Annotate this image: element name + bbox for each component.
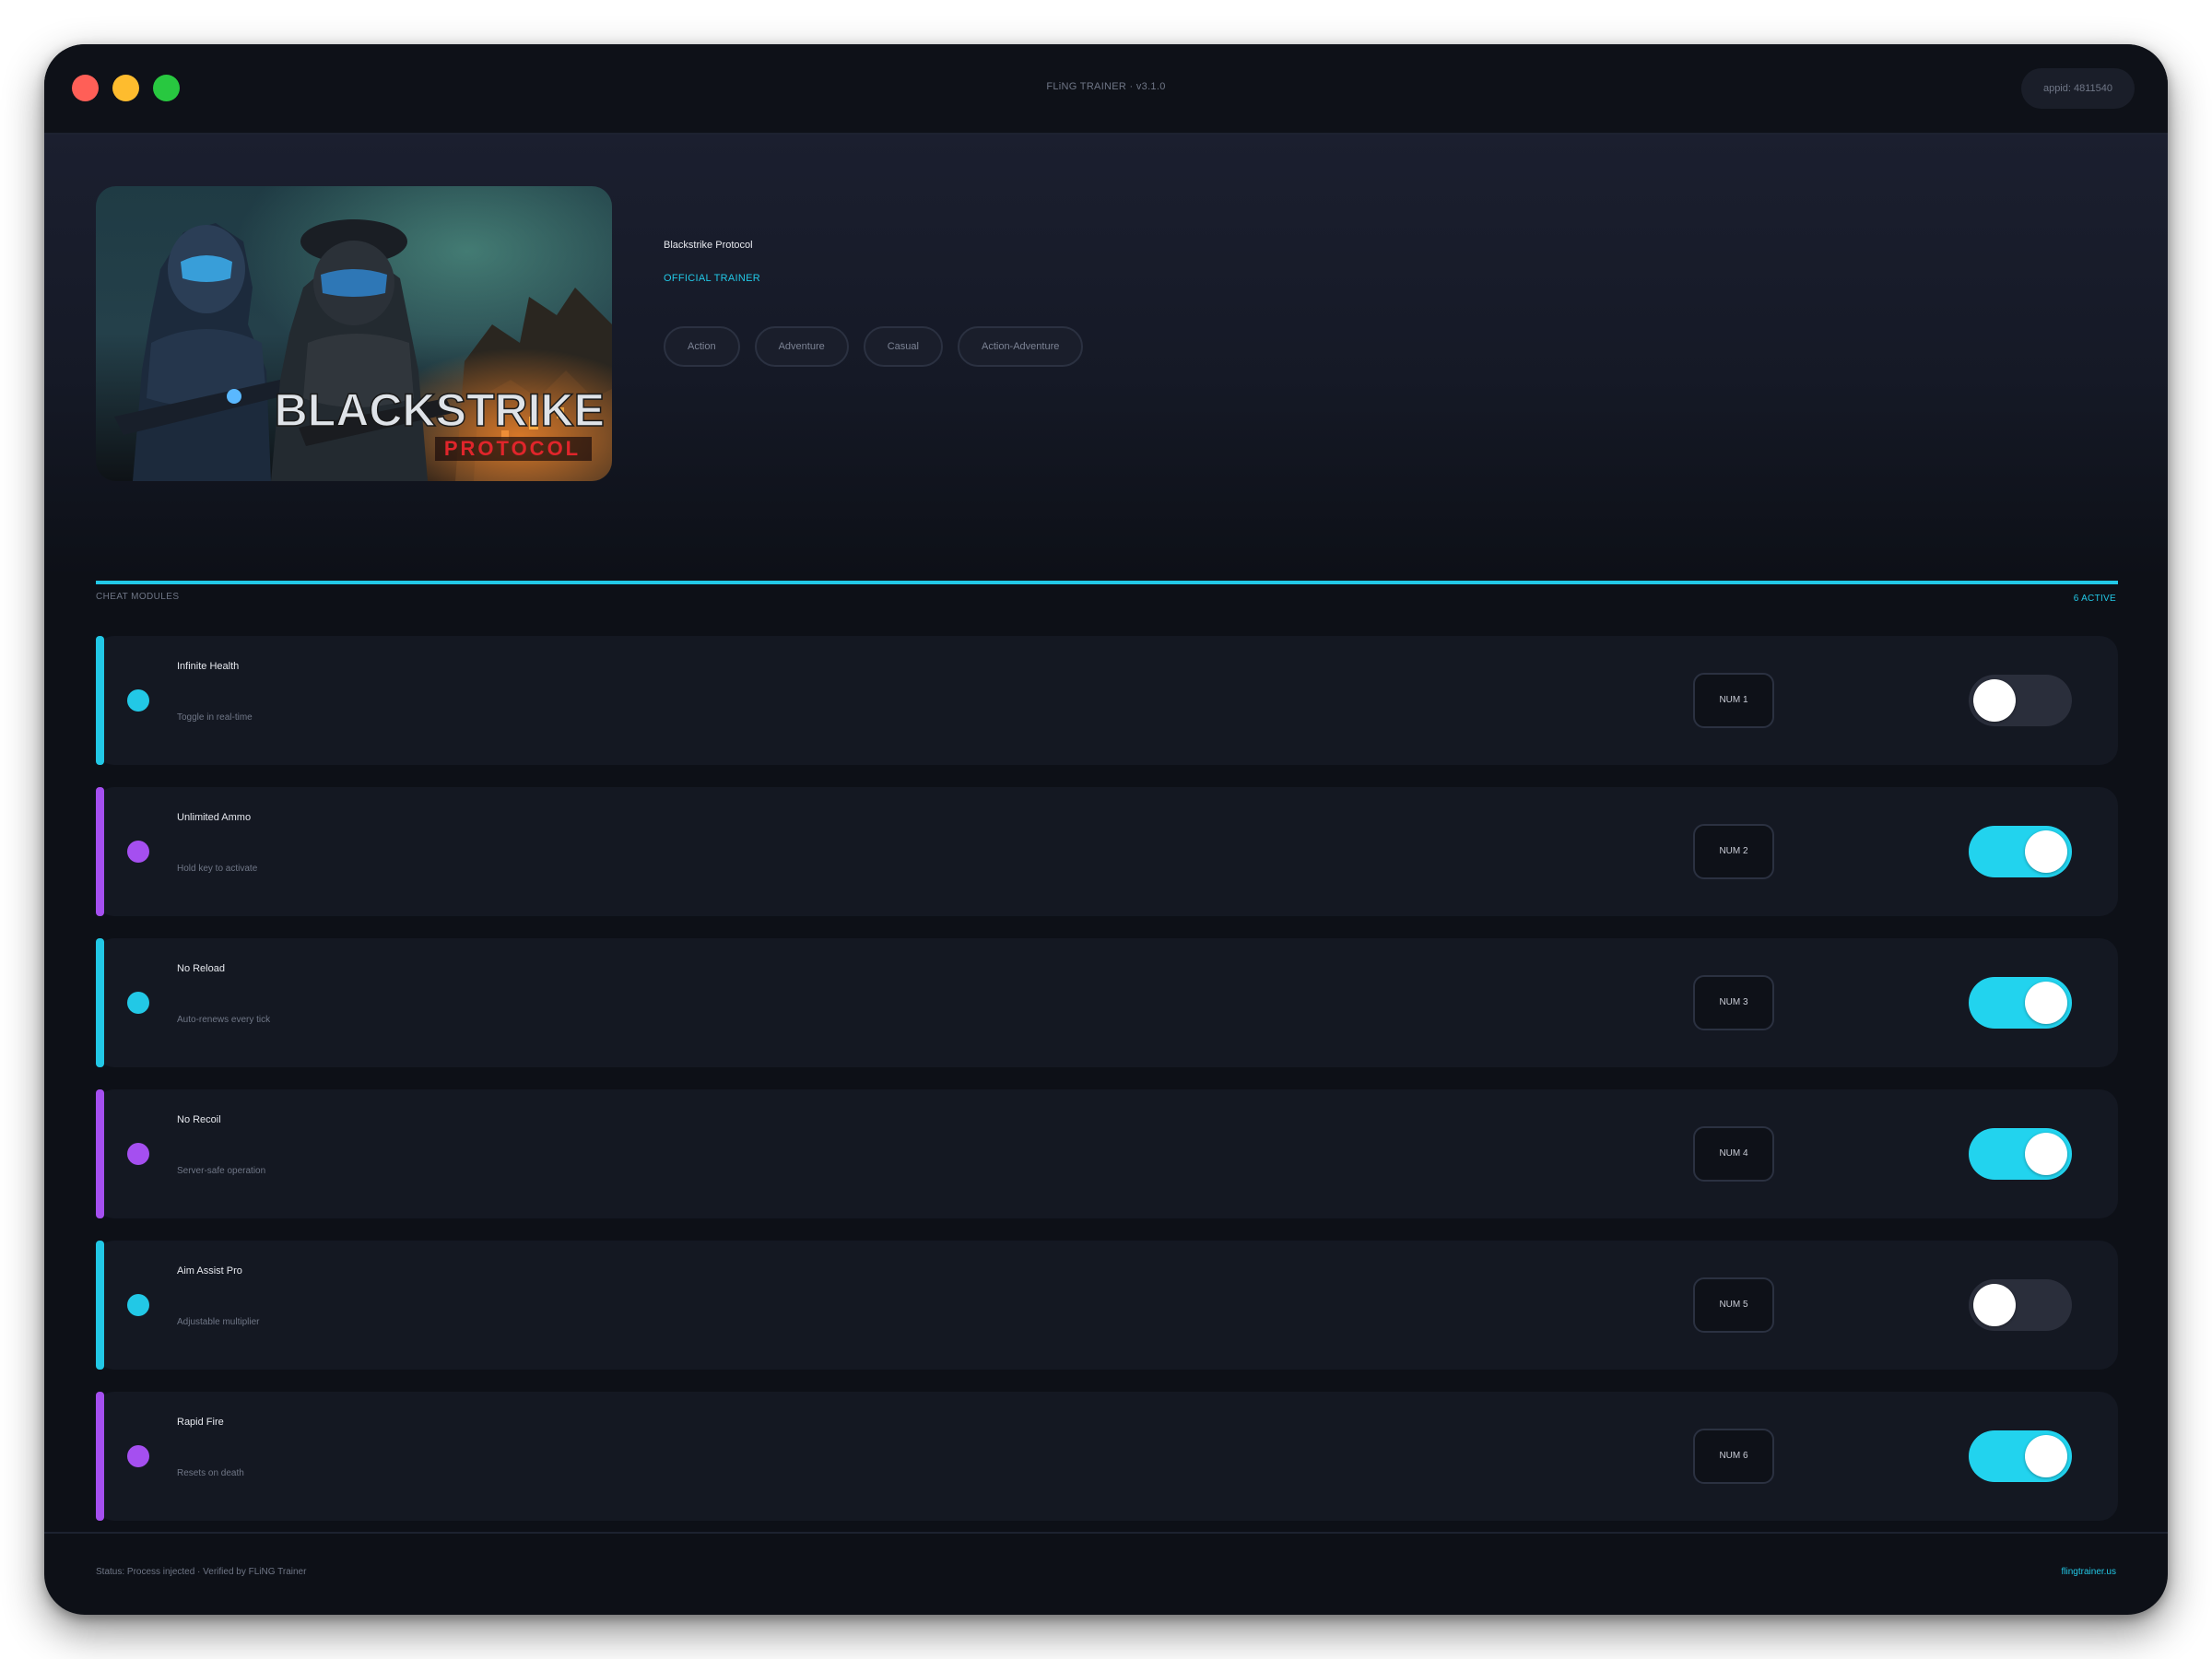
status-text: Status: Process injected · Verified by F…	[96, 1567, 307, 1577]
module-accent-bar	[96, 636, 104, 765]
hotkey-button[interactable]: NUM 4	[1693, 1126, 1774, 1182]
tag-action-adventure[interactable]: Action-Adventure	[957, 326, 1084, 367]
modules-divider	[96, 581, 2118, 584]
hotkey-button[interactable]: NUM 3	[1693, 975, 1774, 1030]
module-toggle[interactable]	[1969, 1128, 2072, 1180]
module-toggle[interactable]	[1969, 826, 2072, 877]
module-description: Hold key to activate	[177, 864, 258, 874]
module-accent-bar	[96, 1089, 104, 1218]
game-cover-image: BLACKSTRIKE PROTOCOL	[96, 186, 612, 481]
module-name: Rapid Fire	[177, 1417, 224, 1428]
module-name: No Recoil	[177, 1114, 221, 1125]
trainer-window: FLiNG TRAINER · v3.1.0 appid: 4811540 BL…	[44, 44, 2168, 1615]
module-status-dot	[127, 1294, 149, 1316]
module-status-dot	[127, 1143, 149, 1165]
cheat-module-row: Unlimited Ammo Hold key to activate NUM …	[96, 787, 2118, 916]
tag-action[interactable]: Action	[664, 326, 740, 367]
toggle-knob	[2025, 982, 2067, 1024]
module-accent-bar	[96, 1392, 104, 1521]
cheat-module-row: Infinite Health Toggle in real-time NUM …	[96, 636, 2118, 765]
toggle-knob	[1973, 1284, 2016, 1326]
hotkey-button[interactable]: NUM 1	[1693, 673, 1774, 728]
window-title: FLiNG TRAINER · v3.1.0	[1046, 81, 1166, 92]
cover-logo-subtitle: PROTOCOL	[444, 437, 581, 460]
toggle-knob	[1973, 679, 2016, 722]
website-link[interactable]: flingtrainer.us	[2062, 1567, 2116, 1577]
cheat-module-row: Rapid Fire Resets on death NUM 6	[96, 1392, 2118, 1521]
tag-casual[interactable]: Casual	[863, 326, 943, 367]
toggle-knob	[2025, 830, 2067, 873]
hotkey-button[interactable]: NUM 6	[1693, 1429, 1774, 1484]
game-header: BLACKSTRIKE PROTOCOL Blackstrike Protoco…	[44, 135, 2168, 577]
game-title: Blackstrike Protocol	[664, 240, 753, 251]
module-accent-bar	[96, 787, 104, 916]
appid-badge: appid: 4811540	[2020, 68, 2135, 109]
cover-logo-title: BLACKSTRIKE	[275, 384, 605, 436]
module-name: Unlimited Ammo	[177, 812, 252, 823]
module-status-dot	[127, 689, 149, 712]
module-toggle[interactable]	[1969, 977, 2072, 1029]
module-description: Adjustable multiplier	[177, 1317, 260, 1327]
tag-adventure[interactable]: Adventure	[754, 326, 849, 367]
module-name: No Reload	[177, 963, 225, 974]
module-description: Toggle in real-time	[177, 712, 253, 723]
module-accent-bar	[96, 938, 104, 1067]
genre-tags: Action Adventure Casual Action-Adventure	[664, 326, 1084, 367]
modules-section-label: CHEAT MODULES	[96, 592, 180, 602]
module-name: Infinite Health	[177, 661, 240, 672]
module-toggle[interactable]	[1969, 1430, 2072, 1482]
title-bar: FLiNG TRAINER · v3.1.0 appid: 4811540	[44, 44, 2168, 135]
active-count: 6 ACTIVE	[2073, 594, 2116, 604]
module-description: Resets on death	[177, 1468, 244, 1478]
toggle-knob	[2025, 1133, 2067, 1175]
cheat-module-row: No Reload Auto-renews every tick NUM 3	[96, 938, 2118, 1067]
module-description: Server-safe operation	[177, 1166, 266, 1176]
hotkey-button[interactable]: NUM 5	[1693, 1277, 1774, 1333]
module-accent-bar	[96, 1241, 104, 1370]
module-description: Auto-renews every tick	[177, 1015, 271, 1025]
cheat-module-row: No Recoil Server-safe operation NUM 4	[96, 1089, 2118, 1218]
cheat-module-row: Aim Assist Pro Adjustable multiplier NUM…	[96, 1241, 2118, 1370]
module-status-dot	[127, 1445, 149, 1467]
module-toggle[interactable]	[1969, 675, 2072, 726]
toggle-knob	[2025, 1435, 2067, 1477]
module-status-dot	[127, 841, 149, 863]
module-toggle[interactable]	[1969, 1279, 2072, 1331]
footer-divider	[44, 1532, 2168, 1534]
official-trainer-label: OFFICIAL TRAINER	[664, 273, 761, 284]
module-name: Aim Assist Pro	[177, 1265, 242, 1277]
hotkey-button[interactable]: NUM 2	[1693, 824, 1774, 879]
module-status-dot	[127, 992, 149, 1014]
